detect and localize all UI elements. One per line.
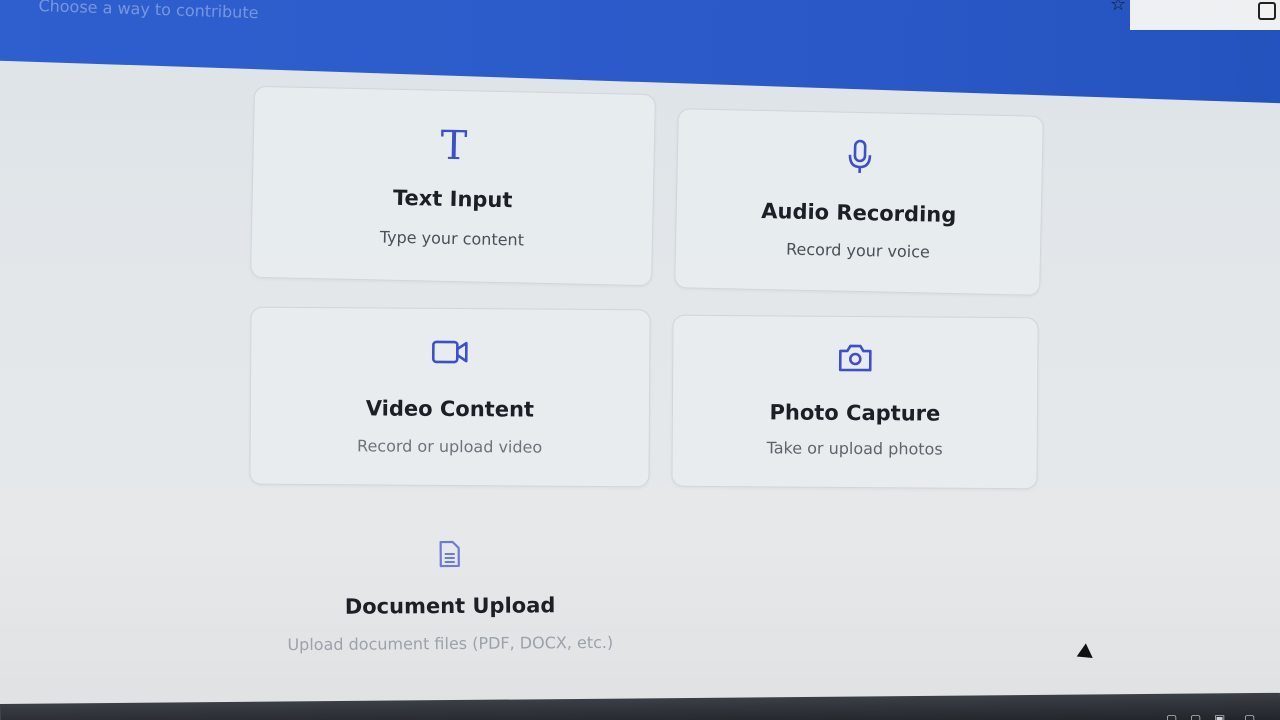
mouse-cursor-icon [1076,643,1098,665]
video-content-card[interactable]: Video Content Record or upload video [249,306,651,488]
shield-icon[interactable] [1258,2,1276,20]
video-camera-icon [431,339,469,369]
header-subtitle: Choose a way to contribute [38,0,259,23]
text-input-card[interactable]: T Text Input Type your content [250,85,656,287]
taskbar [0,692,1280,720]
photo-capture-card[interactable]: Photo Capture Take or upload photos [671,314,1039,490]
tray-icon[interactable]: ▣ [1214,712,1225,720]
tray-icon[interactable]: ▢ [1244,712,1255,720]
tray-icon[interactable]: ▢ [1166,712,1177,720]
star-icon[interactable]: ☆ [1110,0,1126,15]
audio-recording-card[interactable]: Audio Recording Record your voice [674,108,1044,296]
document-icon [438,540,462,572]
document-upload-card[interactable]: Document Upload Upload document files (P… [249,519,650,672]
card-description: Record or upload video [357,436,543,457]
tray-icon[interactable]: ▢ [1190,712,1201,720]
text-icon: T [440,122,468,170]
microphone-icon [846,139,873,180]
card-title: Video Content [365,396,535,422]
camera-icon [837,343,873,377]
card-title: Document Upload [344,593,556,619]
card-title: Audio Recording [761,198,957,228]
card-title: Photo Capture [769,400,941,426]
card-description: Take or upload photos [766,438,943,459]
card-description: Type your content [379,227,525,250]
card-description: Upload document files (PDF, DOCX, etc.) [287,632,614,655]
header-bar: Choose a way to contribute [0,0,1280,105]
card-title: Text Input [392,185,513,213]
card-description: Record your voice [785,239,931,262]
